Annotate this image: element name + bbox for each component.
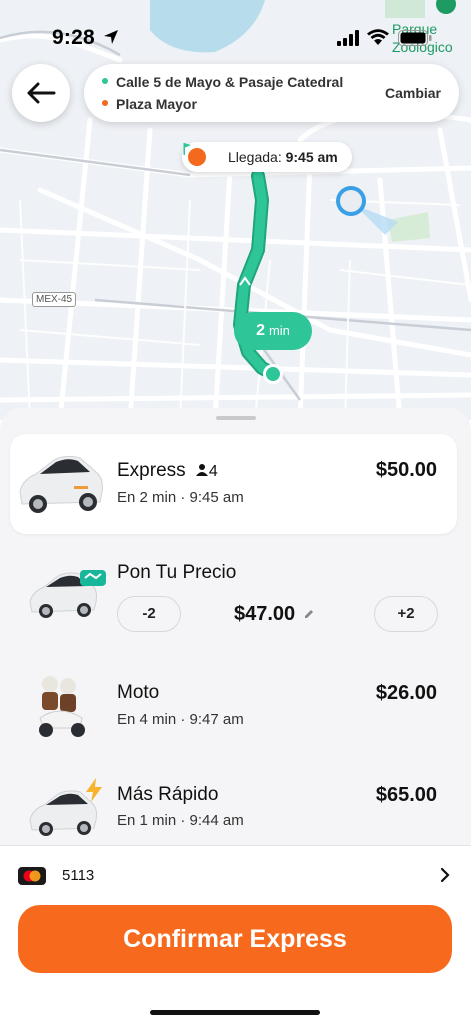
status-bar: 9:28 [0,0,471,60]
ride-eta: En 1 min · 9:44 am [117,812,244,829]
arrival-text: Llegada: 9:45 am [228,149,338,165]
road-label: MEX-45 [32,292,77,307]
increase-price-button[interactable]: +2 [374,596,438,632]
route-destination: Plaza Mayor [102,96,197,112]
destination-text: Plaza Mayor [116,96,197,112]
arrow-left-icon [27,82,56,104]
offer-price: $47.00 [234,603,315,626]
cellular-signal-icon [337,30,359,46]
destination-dot [102,100,108,107]
ride-name: Moto [117,682,160,703]
offer-price-value: $47.00 [234,603,296,625]
origin-text: Calle 5 de Mayo & Pasaje Catedral [116,74,344,90]
ride-price: $26.00 [375,682,437,704]
seat-count: 4 [208,463,218,480]
ride-option-moto[interactable]: Moto En 4 min · 9:47 am $26.00 [0,660,471,760]
handshake-icon [80,570,106,586]
route-summary-card[interactable]: Calle 5 de Mayo & Pasaje Catedral Plaza … [84,64,459,122]
ride-name: Pon Tu Precio [117,562,237,583]
decrease-price-button[interactable]: -2 [117,596,181,632]
eta-value: 2 [256,322,265,339]
route-origin: Calle 5 de Mayo & Pasaje Catedral [102,74,343,90]
confirm-ride-button[interactable]: Confirmar Express [18,905,452,973]
car-icon [19,455,103,513]
ride-eta: En 4 min · 9:47 am [117,711,244,728]
ride-price: $65.00 [375,784,437,806]
ride-option-express[interactable]: Express 4 En 2 min · 9:45 am $50.00 [10,434,457,534]
status-time: 9:28 [52,26,95,49]
mastercard-icon [18,867,46,885]
arrival-label: Llegada: [228,149,282,165]
divider [0,845,471,846]
origin-dot [102,78,108,85]
ride-name-text: Express [117,460,186,481]
wifi-icon [367,29,389,45]
eta-unit: min [268,323,290,338]
change-route-button[interactable]: Cambiar [385,85,441,101]
home-indicator [150,1010,320,1015]
motorcycle-icon [39,676,85,737]
pencil-icon[interactable] [303,608,315,620]
ride-price: $50.00 [375,459,437,481]
ride-eta: En 2 min · 9:45 am [117,489,244,506]
eta-bubble: 2 min [234,312,312,350]
person-icon [195,464,208,476]
ride-option-mas-rapido[interactable]: Más Rápido En 1 min · 9:44 am $65.00 [0,764,471,844]
map-view[interactable]: Parque Zoológico MEX-45 Llegada: 9:45 am… [0,0,471,420]
card-number: 5113 [62,867,95,884]
battery-icon [398,30,432,46]
arrival-bubble: Llegada: 9:45 am [182,142,352,172]
ride-name: Express 4 [117,460,218,482]
chevron-right-icon [440,867,450,883]
back-button[interactable] [12,64,70,122]
payment-method-row[interactable]: 5113 [0,845,471,907]
location-arrow-icon [104,30,118,44]
arrival-time: 9:45 am [285,149,338,165]
flag-icon [183,143,191,155]
ride-name: Más Rápido [117,784,219,805]
lightning-icon [86,778,102,802]
sheet-handle[interactable] [216,416,256,420]
map-canvas [0,0,471,420]
ride-option-pon-tu-precio[interactable]: Pon Tu Precio -2 $47.00 +2 [0,548,471,648]
